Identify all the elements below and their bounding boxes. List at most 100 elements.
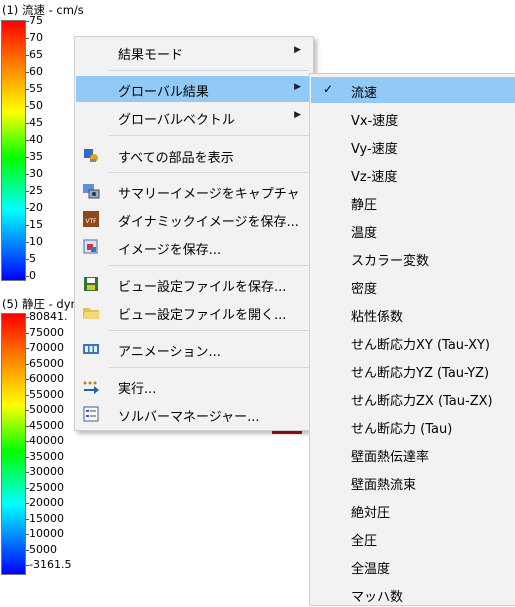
legend-tick-label: 70000 [26,341,64,354]
submenu-item[interactable]: 壁面熱伝達率 [311,441,515,467]
submenu-item-label: せん断応力YZ (Tau-YZ) [351,366,490,381]
vtf-file-icon: VTF [83,211,99,227]
open-folder-icon [83,308,100,319]
menu-item-label: 結果モード [118,48,184,63]
legend-tick-label: 20000 [26,496,64,509]
menu-item-show-all-parts[interactable]: すべての部品を表示 [76,142,312,168]
submenu-item[interactable]: 温度 [311,217,515,243]
check-icon: ✓ [323,82,334,96]
submenu-item-label: 密度 [351,282,378,297]
submenu-item[interactable]: Vx-速度 [311,105,515,131]
submenu-item[interactable]: 全温度 [311,553,515,579]
legend-tick-label: 60000 [26,372,64,385]
submenu-item[interactable]: スカラー変数 [311,245,515,271]
submenu-item[interactable]: 壁面熱流束 [311,469,515,495]
legend-tick-label: 60 [26,65,43,78]
submenu-item[interactable]: 絶対圧 [311,497,515,523]
submenu-item[interactable]: 粘性係数 [311,301,515,327]
context-menu: 結果モード ▶ グローバル結果 ▶ グローバルベクトル ▶ すべての部品を表示 … [74,36,314,431]
legend-tick-label: 65000 [26,356,64,370]
menu-item-label: グローバル結果 [118,85,209,100]
submenu-item[interactable]: せん断応力 (Tau) [311,413,515,439]
submenu-item-label: マッハ数 [351,590,404,605]
menu-item-animation[interactable]: アニメーション... [76,336,312,362]
submenu-item[interactable]: Vy-速度 [311,133,515,159]
submenu-arrow-icon: ▶ [294,82,301,92]
show-all-parts-icon [84,149,98,162]
menu-item-label: サマリーイメージをキャプチャ [118,187,300,202]
legend-tick-label: 75 [26,14,43,27]
submenu-item-label: 全圧 [351,534,378,549]
submenu-item-label: 絶対圧 [351,506,391,521]
submenu-item[interactable]: せん断応力YZ (Tau-YZ) [311,357,515,383]
submenu-item-label: せん断応力ZX (Tau-ZX) [351,394,493,409]
menu-item-save-dynamic-image[interactable]: VTF ダイナミックイメージを保存... [76,206,312,232]
legend-tick-label: 30 [26,167,43,180]
submenu-item[interactable]: 静圧 [311,189,515,215]
submenu-arrow-icon: ▶ [294,45,301,55]
submenu-item[interactable]: ✓ 流速 [311,77,515,103]
menu-item-solver-manager[interactable]: ソルバーマネージャー... [76,401,312,427]
svg-text:VTF: VTF [85,218,97,225]
menu-separator [109,172,309,173]
submenu-item[interactable]: マッハ数 [311,581,515,607]
submenu-item[interactable]: Vz-速度 [311,161,515,187]
menu-item-save-view-settings[interactable]: ビュー設定ファイルを保存... [76,271,312,297]
legend-tick-label: 15000 [26,511,64,525]
menu-item-label: イメージを保存... [118,243,222,258]
legend-tick-label: 5000 [26,542,57,556]
legend-tick-label: 40 [26,133,43,146]
capture-summary-image-icon [83,184,100,199]
legend-tick-label: 40000 [26,434,64,447]
menu-item-result-mode[interactable]: 結果モード ▶ [76,39,312,65]
menu-item-label: アニメーション... [118,345,221,360]
submenu-item-label: 壁面熱伝達率 [351,450,430,465]
legend-tick-label: 65 [26,48,43,61]
legend-tick-label: 75000 [26,325,64,339]
menu-item-label: ソルバーマネージャー... [118,410,260,425]
legend-tick-label: 80841. [26,310,68,323]
global-results-submenu: ✓ 流速 Vx-速度 Vy-速度 Vz-速度静圧温度スカラー変数 密度粘性係数せん断応力X… [309,73,515,606]
floppy-disk-icon [84,277,98,291]
submenu-item[interactable]: 全圧 [311,525,515,551]
submenu-item-label: 静圧 [351,198,378,213]
solver-manager-icon [83,406,99,422]
legend-tick-label: 10000 [26,527,64,540]
legend-tick-label: 20 [26,201,43,214]
run-arrow-icon [83,381,99,394]
menu-item-global-results[interactable]: グローバル結果 ▶ [76,76,312,102]
submenu-item[interactable]: 密度 [311,273,515,299]
legend-tick-label: 70 [26,31,43,44]
pressure-color-bar [1,313,26,575]
submenu-item-label: せん断応力XY (Tau-XY) [351,338,491,353]
submenu-item[interactable]: せん断応力XY (Tau-XY) [311,329,515,355]
menu-item-save-image[interactable]: イメージを保存... [76,234,312,260]
legend-tick-label: 35 [26,150,43,163]
menu-item-open-view-settings[interactable]: ビュー設定ファイルを開く... [76,299,312,325]
menu-separator [109,265,309,266]
menu-item-label: グローバルベクトル [118,113,235,128]
menu-item-run[interactable]: 実行... [76,373,312,399]
menu-separator [109,330,309,331]
menu-separator [109,70,309,71]
menu-item-global-vectors[interactable]: グローバルベクトル ▶ [76,104,312,130]
legend-tick-label: 55000 [26,387,64,401]
legend-tick-label: -3161.5 [25,558,72,571]
submenu-item-label: 流速 [351,86,378,101]
submenu-item[interactable]: せん断応力ZX (Tau-ZX) [311,385,515,411]
legend-tick-label: 55 [26,82,43,95]
submenu-item-label: 温度 [351,226,378,241]
legend-tick-label: 25000 [26,480,64,494]
legend-tick-label: 50 [26,99,43,112]
submenu-item-label: 粘性係数 [351,310,404,325]
submenu-item-label: スカラー変数 [351,254,430,269]
submenu-item-label: Vx-速度 [351,114,399,129]
legend-tick-label: 5 [26,252,36,265]
legend-tick-label: 45000 [26,418,64,432]
submenu-item-label: 壁面熱流束 [351,478,417,493]
submenu-item-label: 全温度 [351,562,391,577]
submenu-item-label: Vy-速度 [351,142,398,157]
menu-item-capture-summary[interactable]: サマリーイメージをキャプチャ [76,178,312,204]
menu-separator [109,367,309,368]
legend-tick-label: 0 [26,269,36,282]
